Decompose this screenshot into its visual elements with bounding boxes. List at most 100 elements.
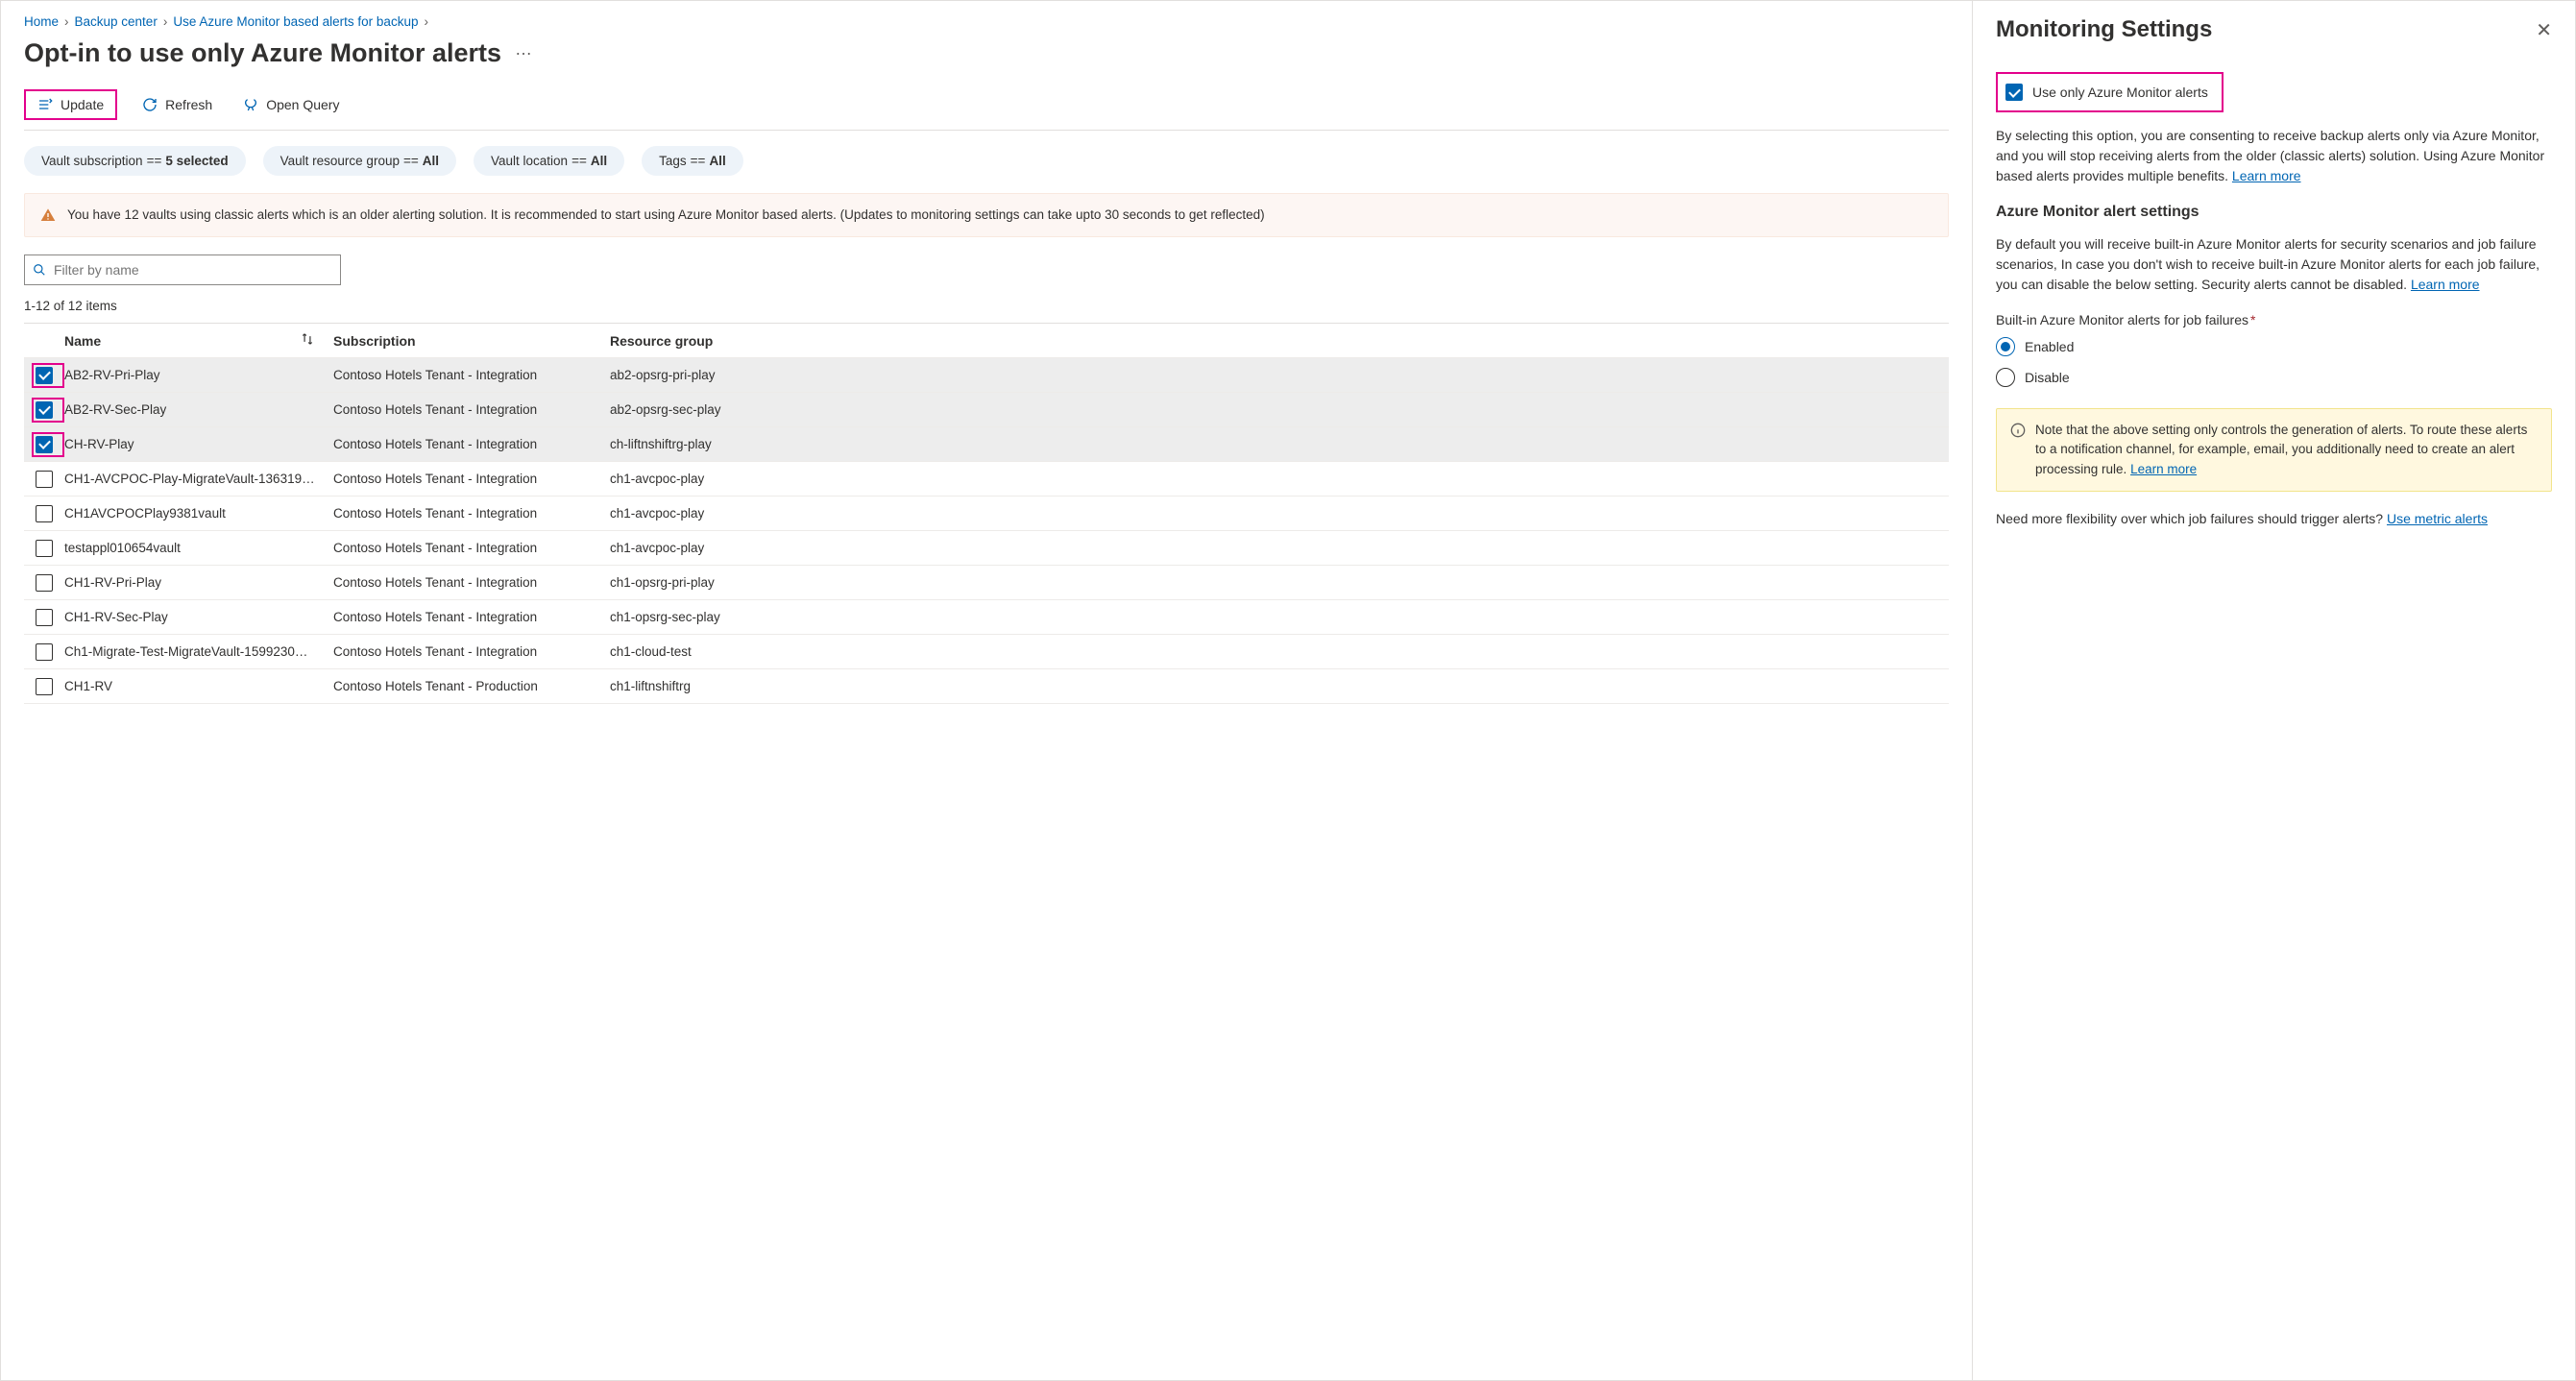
warning-banner: You have 12 vaults using classic alerts … (24, 193, 1949, 237)
table-row[interactable]: Ch1-Migrate-Test-MigrateVault-1599230…Co… (24, 635, 1949, 669)
cell-sub: Contoso Hotels Tenant - Integration (333, 575, 610, 590)
filter-tags[interactable]: Tags == All (642, 146, 743, 176)
cell-rg: ch1-opsrg-sec-play (610, 610, 1939, 624)
update-icon (37, 97, 53, 112)
table-row[interactable]: CH1-AVCPOC-Play-MigrateVault-136319…Cont… (24, 462, 1949, 497)
row-checkbox[interactable] (36, 678, 53, 695)
chevron-right-icon: › (424, 14, 428, 29)
crumb-home[interactable]: Home (24, 14, 59, 29)
filter-input-wrap[interactable] (24, 254, 341, 285)
radio-enabled[interactable]: Enabled (1996, 337, 2552, 356)
use-monitor-alerts-checkbox[interactable] (2005, 84, 2023, 101)
row-checkbox[interactable] (36, 574, 53, 592)
table-header: Name Subscription Resource group (24, 324, 1949, 358)
job-failures-label: Built-in Azure Monitor alerts for job fa… (1996, 312, 2552, 327)
row-checkbox[interactable] (36, 367, 53, 384)
table-row[interactable]: CH1-RVContoso Hotels Tenant - Production… (24, 669, 1949, 704)
cell-name: testappl010654vault (64, 541, 333, 555)
item-count: 1-12 of 12 items (24, 299, 1949, 313)
cell-name: AB2-RV-Pri-Play (64, 368, 333, 382)
vault-table: Name Subscription Resource group AB2-RV-… (24, 323, 1949, 1380)
col-name[interactable]: Name (64, 333, 101, 349)
table-row[interactable]: CH1AVCPOCPlay9381vaultContoso Hotels Ten… (24, 497, 1949, 531)
more-icon[interactable]: … (515, 39, 532, 60)
cell-sub: Contoso Hotels Tenant - Integration (333, 541, 610, 555)
toolbar: Update Refresh Open Query (24, 89, 1949, 131)
info-icon (2010, 423, 2026, 438)
flexibility-text: Need more flexibility over which job fai… (1996, 509, 2552, 529)
open-query-label: Open Query (266, 97, 339, 112)
cell-rg: ch1-opsrg-pri-play (610, 575, 1939, 590)
col-resource-group[interactable]: Resource group (610, 333, 1939, 349)
table-row[interactable]: CH1-RV-Sec-PlayContoso Hotels Tenant - I… (24, 600, 1949, 635)
row-checkbox[interactable] (36, 471, 53, 488)
chevron-right-icon: › (64, 14, 69, 29)
cell-sub: Contoso Hotels Tenant - Integration (333, 644, 610, 659)
cell-rg: ch1-cloud-test (610, 644, 1939, 659)
settings-description: By default you will receive built-in Azu… (1996, 234, 2552, 295)
use-monitor-alerts-option[interactable]: Use only Azure Monitor alerts (1996, 72, 2224, 112)
cell-name: CH-RV-Play (64, 437, 333, 451)
row-checkbox[interactable] (36, 540, 53, 557)
radio-icon (1996, 368, 2015, 387)
use-metric-alerts-link[interactable]: Use metric alerts (2387, 511, 2488, 526)
cell-rg: ch1-avcpoc-play (610, 506, 1939, 521)
close-icon[interactable]: ✕ (2536, 18, 2552, 42)
cell-name: AB2-RV-Sec-Play (64, 402, 333, 417)
table-row[interactable]: CH1-RV-Pri-PlayContoso Hotels Tenant - I… (24, 566, 1949, 600)
cell-rg: ch-liftnshiftrg-play (610, 437, 1939, 451)
row-checkbox[interactable] (36, 505, 53, 522)
cell-rg: ch1-avcpoc-play (610, 541, 1939, 555)
learn-more-link-1[interactable]: Learn more (2232, 168, 2301, 183)
row-checkbox[interactable] (36, 643, 53, 661)
refresh-icon (142, 97, 158, 112)
learn-more-link-3[interactable]: Learn more (2130, 462, 2197, 476)
cell-sub: Contoso Hotels Tenant - Integration (333, 506, 610, 521)
cell-sub: Contoso Hotels Tenant - Integration (333, 610, 610, 624)
warning-icon (40, 207, 56, 223)
table-row[interactable]: AB2-RV-Sec-PlayContoso Hotels Tenant - I… (24, 393, 1949, 427)
cell-name: CH1-RV (64, 679, 333, 693)
col-subscription[interactable]: Subscription (333, 333, 610, 349)
row-checkbox[interactable] (36, 436, 53, 453)
table-row[interactable]: testappl010654vaultContoso Hotels Tenant… (24, 531, 1949, 566)
opt-description: By selecting this option, you are consen… (1996, 126, 2552, 186)
info-note: Note that the above setting only control… (1996, 408, 2552, 492)
cell-name: CH1-RV-Sec-Play (64, 610, 333, 624)
crumb-backup-center[interactable]: Backup center (75, 14, 158, 29)
breadcrumb: Home › Backup center › Use Azure Monitor… (24, 14, 1949, 29)
open-query-button[interactable]: Open Query (237, 93, 345, 116)
cell-rg: ch1-avcpoc-play (610, 472, 1939, 486)
crumb-alerts[interactable]: Use Azure Monitor based alerts for backu… (173, 14, 418, 29)
cell-sub: Contoso Hotels Tenant - Integration (333, 437, 610, 451)
radio-icon (1996, 337, 2015, 356)
cell-rg: ch1-liftnshiftrg (610, 679, 1939, 693)
cell-sub: Contoso Hotels Tenant - Production (333, 679, 610, 693)
row-checkbox[interactable] (36, 609, 53, 626)
table-row[interactable]: CH-RV-PlayContoso Hotels Tenant - Integr… (24, 427, 1949, 462)
use-monitor-alerts-label: Use only Azure Monitor alerts (2032, 85, 2208, 100)
filter-location[interactable]: Vault location == All (474, 146, 624, 176)
cell-sub: Contoso Hotels Tenant - Integration (333, 472, 610, 486)
filter-resource-group[interactable]: Vault resource group == All (263, 146, 456, 176)
radio-disable[interactable]: Disable (1996, 368, 2552, 387)
job-failures-radio-group: Enabled Disable (1996, 337, 2552, 387)
note-text: Note that the above setting only control… (2035, 423, 2527, 476)
update-label: Update (61, 97, 104, 112)
filter-input[interactable] (54, 262, 332, 278)
cell-name: CH1-RV-Pri-Play (64, 575, 333, 590)
row-checkbox[interactable] (36, 401, 53, 419)
cell-name: CH1-AVCPOC-Play-MigrateVault-136319… (64, 472, 333, 486)
update-button[interactable]: Update (24, 89, 117, 120)
refresh-button[interactable]: Refresh (136, 93, 218, 116)
table-row[interactable]: AB2-RV-Pri-PlayContoso Hotels Tenant - I… (24, 358, 1949, 393)
warning-text: You have 12 vaults using classic alerts … (67, 206, 1265, 225)
query-icon (243, 97, 258, 112)
radio-disable-label: Disable (2025, 370, 2070, 385)
cell-name: Ch1-Migrate-Test-MigrateVault-1599230… (64, 644, 333, 659)
cell-sub: Contoso Hotels Tenant - Integration (333, 402, 610, 417)
learn-more-link-2[interactable]: Learn more (2411, 277, 2480, 292)
sort-icon[interactable] (301, 332, 314, 349)
filter-subscription[interactable]: Vault subscription == 5 selected (24, 146, 246, 176)
cell-rg: ab2-opsrg-sec-play (610, 402, 1939, 417)
